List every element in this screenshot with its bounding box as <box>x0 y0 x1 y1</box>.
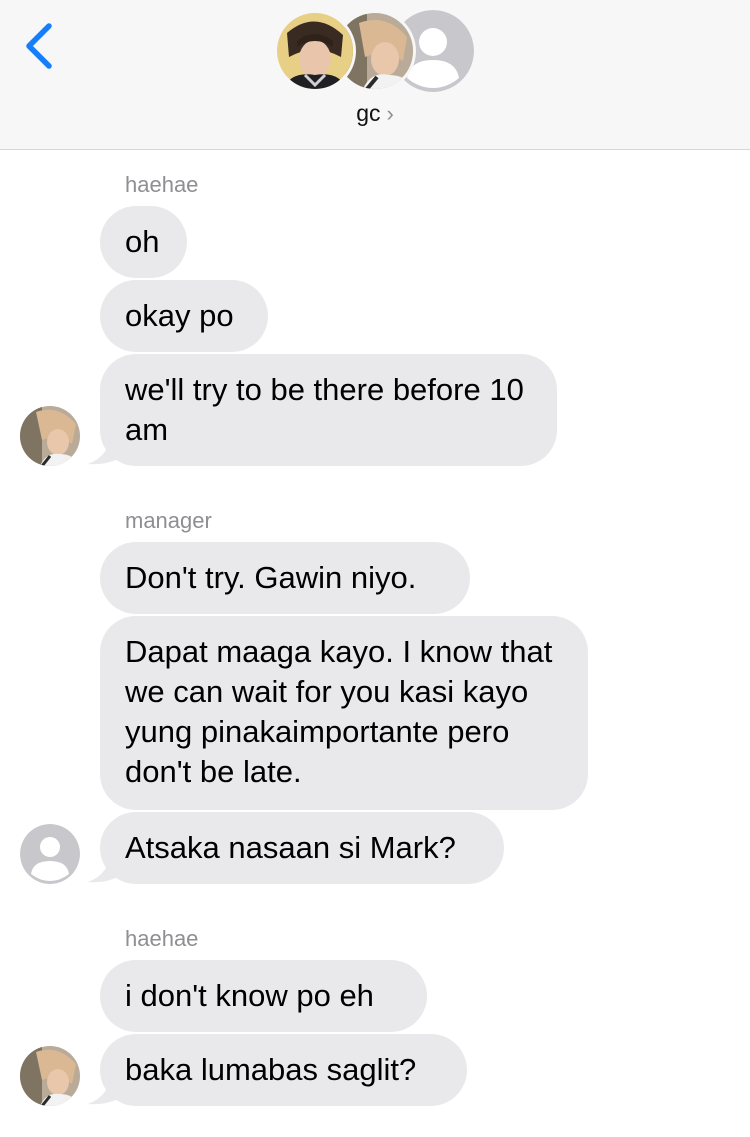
message-text: we'll try to be there before 10 am <box>125 372 524 447</box>
message-bubble[interactable]: baka lumabas saglit? <box>100 1034 467 1106</box>
sender-name: haehae <box>125 172 199 197</box>
message-thread[interactable]: haehae oh okay po we'll try to be there … <box>0 150 750 1137</box>
sender-avatar-photo <box>20 406 80 466</box>
message-bubble[interactable]: Don't try. Gawin niyo. <box>100 542 470 614</box>
message-bubble[interactable]: okay po <box>100 280 268 352</box>
group-name[interactable]: gc › <box>0 100 750 127</box>
message-text: i don't know po eh <box>125 978 374 1013</box>
sender-name: manager <box>125 508 212 533</box>
member-avatar-1 <box>274 10 356 92</box>
sender-avatar[interactable] <box>20 1046 80 1106</box>
back-chevron-icon <box>26 23 52 69</box>
message-text: Atsaka nasaan si Mark? <box>125 830 456 865</box>
sender-name: haehae <box>125 926 199 951</box>
message-text: okay po <box>125 298 234 333</box>
sender-avatar[interactable] <box>20 406 80 466</box>
back-button[interactable] <box>18 20 62 70</box>
message-text: Dapat maaga kayo. I know that we can wai… <box>125 634 553 789</box>
message-bubble[interactable]: Dapat maaga kayo. I know that we can wai… <box>100 616 588 810</box>
message-text: baka lumabas saglit? <box>125 1052 417 1087</box>
group-avatars[interactable] <box>274 10 476 92</box>
message-bubble[interactable]: i don't know po eh <box>100 960 427 1032</box>
message-text: Don't try. Gawin niyo. <box>125 560 417 595</box>
message-bubble[interactable]: Atsaka nasaan si Mark? <box>100 812 504 884</box>
default-contact-icon <box>20 824 80 884</box>
group-name-label: gc <box>356 100 381 126</box>
group-avatar-photo-1 <box>277 13 353 89</box>
message-text: oh <box>125 224 160 259</box>
message-bubble[interactable]: oh <box>100 206 187 278</box>
sender-avatar-photo <box>20 1046 80 1106</box>
sender-avatar[interactable] <box>20 824 80 884</box>
conversation-header: gc › <box>0 0 750 150</box>
message-bubble[interactable]: we'll try to be there before 10 am <box>100 354 557 466</box>
chevron-right-icon: › <box>386 101 394 126</box>
